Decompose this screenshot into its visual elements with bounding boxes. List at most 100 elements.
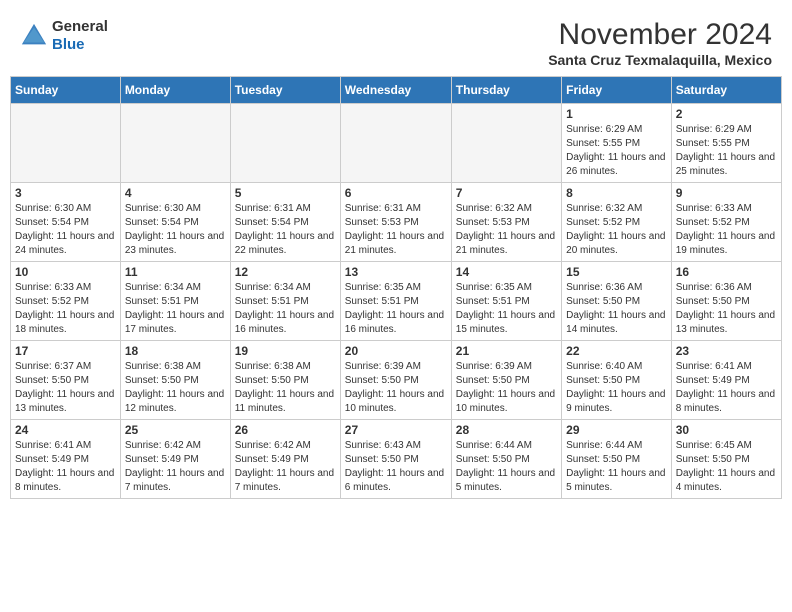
calendar-cell: 29 Sunrise: 6:44 AM Sunset: 5:50 PM Dayli…	[562, 420, 672, 499]
calendar-cell: 3 Sunrise: 6:30 AM Sunset: 5:54 PM Daylig…	[11, 183, 121, 262]
day-number: 16	[676, 265, 777, 279]
day-number: 23	[676, 344, 777, 358]
day-info: Sunrise: 6:29 AM Sunset: 5:55 PM Dayligh…	[566, 123, 667, 179]
calendar-cell: 22Sunrise: 6:40 AM Sunset: 5:50 PM Dayli…	[562, 341, 672, 420]
day-info: Sunrise: 6:37 AM Sunset: 5:50 PM Dayligh…	[15, 360, 116, 416]
day-info: Sunrise: 6:38 AM Sunset: 5:50 PM Dayligh…	[125, 360, 226, 416]
day-info: Sunrise: 6:30 AM Sunset: 5:54 PM Dayligh…	[15, 202, 116, 258]
calendar-week-row: 1 Sunrise: 6:29 AM Sunset: 5:55 PM Daylig…	[11, 104, 782, 183]
calendar-cell: 5Sunrise: 6:31 AM Sunset: 5:54 PM Daylig…	[230, 183, 340, 262]
day-number: 28	[456, 423, 557, 437]
calendar-cell: 16 Sunrise: 6:36 AM Sunset: 5:50 PM Dayli…	[671, 262, 781, 341]
day-number: 27	[345, 423, 447, 437]
calendar-cell: 15 Sunrise: 6:36 AM Sunset: 5:50 PM Dayli…	[562, 262, 672, 341]
day-info: Sunrise: 6:33 AM Sunset: 5:52 PM Dayligh…	[676, 202, 777, 258]
day-number: 18	[125, 344, 226, 358]
calendar-cell: 1 Sunrise: 6:29 AM Sunset: 5:55 PM Daylig…	[562, 104, 672, 183]
day-info: Sunrise: 6:29 AM Sunset: 5:55 PM Dayligh…	[676, 123, 777, 179]
calendar-cell: 17Sunrise: 6:37 AM Sunset: 5:50 PM Dayli…	[11, 341, 121, 420]
day-info: Sunrise: 6:34 AM Sunset: 5:51 PM Dayligh…	[125, 281, 226, 337]
day-number: 6	[345, 186, 447, 200]
day-number: 1	[566, 107, 667, 121]
day-number: 15	[566, 265, 667, 279]
calendar-cell: 27Sunrise: 6:43 AM Sunset: 5:50 PM Dayli…	[340, 420, 451, 499]
calendar-cell	[11, 104, 121, 183]
calendar-cell: 9 Sunrise: 6:33 AM Sunset: 5:52 PM Daylig…	[671, 183, 781, 262]
calendar-cell: 11 Sunrise: 6:34 AM Sunset: 5:51 PM Dayli…	[120, 262, 230, 341]
page-header: General Blue November 2024 Santa Cruz Te…	[10, 10, 782, 72]
calendar-cell: 20 Sunrise: 6:39 AM Sunset: 5:50 PM Dayli…	[340, 341, 451, 420]
day-info: Sunrise: 6:34 AM Sunset: 5:51 PM Dayligh…	[235, 281, 336, 337]
calendar-cell: 8 Sunrise: 6:32 AM Sunset: 5:52 PM Daylig…	[562, 183, 672, 262]
day-info: Sunrise: 6:42 AM Sunset: 5:49 PM Dayligh…	[125, 439, 226, 495]
day-info: Sunrise: 6:42 AM Sunset: 5:49 PM Dayligh…	[235, 439, 336, 495]
weekday-header: Tuesday	[230, 77, 340, 104]
day-info: Sunrise: 6:41 AM Sunset: 5:49 PM Dayligh…	[676, 360, 777, 416]
calendar-cell: 21Sunrise: 6:39 AM Sunset: 5:50 PM Dayli…	[451, 341, 561, 420]
calendar-week-row: 17Sunrise: 6:37 AM Sunset: 5:50 PM Dayli…	[11, 341, 782, 420]
day-info: Sunrise: 6:39 AM Sunset: 5:50 PM Dayligh…	[345, 360, 447, 416]
weekday-header: Thursday	[451, 77, 561, 104]
day-info: Sunrise: 6:39 AM Sunset: 5:50 PM Dayligh…	[456, 360, 557, 416]
day-number: 26	[235, 423, 336, 437]
weekday-header: Saturday	[671, 77, 781, 104]
weekday-header: Sunday	[11, 77, 121, 104]
day-info: Sunrise: 6:45 AM Sunset: 5:50 PM Dayligh…	[676, 439, 777, 495]
day-number: 20	[345, 344, 447, 358]
calendar-cell: 4Sunrise: 6:30 AM Sunset: 5:54 PM Daylig…	[120, 183, 230, 262]
weekday-header: Friday	[562, 77, 672, 104]
weekday-header: Wednesday	[340, 77, 451, 104]
day-info: Sunrise: 6:36 AM Sunset: 5:50 PM Dayligh…	[676, 281, 777, 337]
day-info: Sunrise: 6:32 AM Sunset: 5:52 PM Dayligh…	[566, 202, 667, 258]
day-number: 10	[15, 265, 116, 279]
day-number: 7	[456, 186, 557, 200]
day-info: Sunrise: 6:44 AM Sunset: 5:50 PM Dayligh…	[456, 439, 557, 495]
calendar-cell: 6 Sunrise: 6:31 AM Sunset: 5:53 PM Daylig…	[340, 183, 451, 262]
day-info: Sunrise: 6:33 AM Sunset: 5:52 PM Dayligh…	[15, 281, 116, 337]
day-number: 3	[15, 186, 116, 200]
day-info: Sunrise: 6:38 AM Sunset: 5:50 PM Dayligh…	[235, 360, 336, 416]
calendar-cell: 30 Sunrise: 6:45 AM Sunset: 5:50 PM Dayli…	[671, 420, 781, 499]
location-title: Santa Cruz Texmalaquilla, Mexico	[548, 52, 772, 68]
day-number: 2	[676, 107, 777, 121]
title-section: November 2024 Santa Cruz Texmalaquilla, …	[548, 18, 772, 68]
calendar-cell: 26 Sunrise: 6:42 AM Sunset: 5:49 PM Dayli…	[230, 420, 340, 499]
day-number: 29	[566, 423, 667, 437]
day-number: 11	[125, 265, 226, 279]
logo-blue: Blue	[52, 36, 85, 53]
calendar-cell: 2 Sunrise: 6:29 AM Sunset: 5:55 PM Daylig…	[671, 104, 781, 183]
day-number: 25	[125, 423, 226, 437]
day-info: Sunrise: 6:31 AM Sunset: 5:53 PM Dayligh…	[345, 202, 447, 258]
calendar-table: SundayMondayTuesdayWednesdayThursdayFrid…	[10, 76, 782, 499]
logo-icon	[20, 22, 48, 50]
day-number: 30	[676, 423, 777, 437]
day-info: Sunrise: 6:35 AM Sunset: 5:51 PM Dayligh…	[345, 281, 447, 337]
day-number: 8	[566, 186, 667, 200]
weekday-header: Monday	[120, 77, 230, 104]
calendar-week-row: 24Sunrise: 6:41 AM Sunset: 5:49 PM Dayli…	[11, 420, 782, 499]
day-info: Sunrise: 6:44 AM Sunset: 5:50 PM Dayligh…	[566, 439, 667, 495]
day-number: 12	[235, 265, 336, 279]
calendar-cell	[451, 104, 561, 183]
calendar-cell	[230, 104, 340, 183]
day-info: Sunrise: 6:32 AM Sunset: 5:53 PM Dayligh…	[456, 202, 557, 258]
day-info: Sunrise: 6:35 AM Sunset: 5:51 PM Dayligh…	[456, 281, 557, 337]
calendar-week-row: 3 Sunrise: 6:30 AM Sunset: 5:54 PM Daylig…	[11, 183, 782, 262]
calendar-cell: 14 Sunrise: 6:35 AM Sunset: 5:51 PM Dayli…	[451, 262, 561, 341]
calendar-week-row: 10 Sunrise: 6:33 AM Sunset: 5:52 PM Dayli…	[11, 262, 782, 341]
day-info: Sunrise: 6:41 AM Sunset: 5:49 PM Dayligh…	[15, 439, 116, 495]
calendar-cell: 24Sunrise: 6:41 AM Sunset: 5:49 PM Dayli…	[11, 420, 121, 499]
day-number: 22	[566, 344, 667, 358]
day-info: Sunrise: 6:36 AM Sunset: 5:50 PM Dayligh…	[566, 281, 667, 337]
day-number: 19	[235, 344, 336, 358]
day-number: 14	[456, 265, 557, 279]
calendar-cell: 7 Sunrise: 6:32 AM Sunset: 5:53 PM Daylig…	[451, 183, 561, 262]
day-number: 9	[676, 186, 777, 200]
calendar-cell: 13Sunrise: 6:35 AM Sunset: 5:51 PM Dayli…	[340, 262, 451, 341]
calendar-cell: 12 Sunrise: 6:34 AM Sunset: 5:51 PM Dayli…	[230, 262, 340, 341]
calendar-cell	[340, 104, 451, 183]
calendar-header-row: SundayMondayTuesdayWednesdayThursdayFrid…	[11, 77, 782, 104]
day-info: Sunrise: 6:30 AM Sunset: 5:54 PM Dayligh…	[125, 202, 226, 258]
calendar-cell	[120, 104, 230, 183]
day-info: Sunrise: 6:31 AM Sunset: 5:54 PM Dayligh…	[235, 202, 336, 258]
